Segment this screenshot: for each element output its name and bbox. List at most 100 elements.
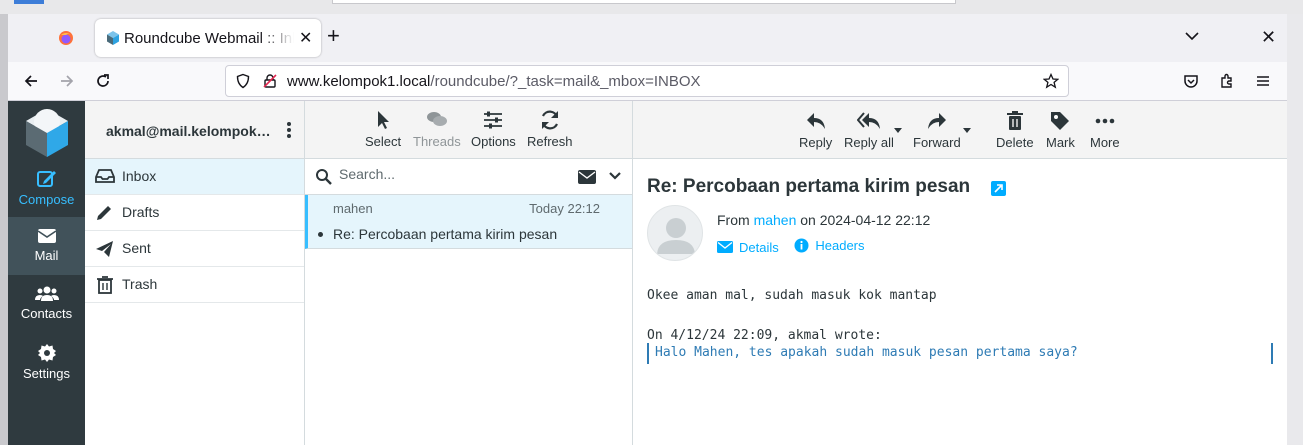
details-link[interactable]: Details (717, 240, 779, 255)
tracking-shield-icon[interactable] (235, 73, 251, 89)
navigation-bar: www.kelompok1.local/roundcube/?_task=mai… (8, 62, 1287, 101)
sender-link[interactable]: mahen (754, 212, 797, 228)
message-toolbar: Reply Reply all Forward Delete Mark More (633, 101, 1287, 159)
threads-button[interactable]: Threads (413, 109, 461, 149)
inbox-icon (95, 169, 115, 183)
forward-label: Forward (913, 135, 961, 150)
from-prefix: From (717, 212, 750, 228)
mail-button[interactable]: Mail (8, 217, 85, 275)
menu-hamburger-icon[interactable] (1254, 72, 1272, 90)
message-date: Today 22:12 (529, 201, 600, 216)
message-row-selected[interactable]: mahen Today 22:12 Re: Percobaan pertama … (305, 195, 632, 249)
address-bar[interactable]: www.kelompok1.local/roundcube/?_task=mai… (225, 65, 1069, 97)
url-path: /roundcube/?_task=mail&_mbox=INBOX (430, 73, 701, 90)
refresh-button[interactable]: Refresh (527, 109, 573, 149)
sliders-icon (484, 111, 503, 129)
desktop-background-bar (332, 0, 956, 4)
pocket-icon[interactable] (1182, 72, 1200, 90)
browser-window: Roundcube Webmail :: Inbox ✕ + ✕ (8, 14, 1287, 445)
details-label: Details (739, 239, 779, 255)
date-prefix: on (800, 212, 816, 228)
extensions-icon[interactable] (1218, 72, 1236, 90)
tab-close-icon[interactable]: ✕ (299, 28, 312, 48)
envelope-icon (717, 241, 733, 253)
paper-plane-icon (96, 241, 113, 257)
more-button[interactable]: More (1090, 110, 1120, 150)
forward-button[interactable]: Forward (913, 110, 961, 150)
roundcube-app: Compose Mail Contacts Settings akmal@mai… (8, 101, 1287, 445)
compose-button[interactable]: Compose (8, 159, 85, 217)
body-line: Okee aman mal, sudah masuk kok mantap (647, 288, 937, 303)
search-icon[interactable] (315, 168, 333, 186)
more-label: More (1090, 135, 1120, 150)
trash-icon (1006, 111, 1023, 130)
headers-label: Headers (815, 238, 865, 253)
folder-label: Drafts (122, 204, 160, 220)
desktop-blue-tab (14, 0, 44, 4)
message-list-pane: Select Threads Options Refresh Search...… (305, 101, 633, 445)
forward-icon[interactable] (58, 72, 76, 90)
options-button[interactable]: Options (471, 109, 516, 149)
folder-sent[interactable]: Sent (85, 231, 304, 267)
forward-arrow-icon (927, 113, 946, 129)
tab-strip: Roundcube Webmail :: Inbox ✕ + ✕ (8, 14, 1287, 62)
back-icon[interactable] (22, 72, 40, 90)
open-in-new-window-icon[interactable] (991, 181, 1006, 196)
folder-pane-header: akmal@mail.kelompok1.local (85, 101, 304, 159)
headers-link[interactable]: Headers (794, 238, 865, 253)
compose-icon (36, 171, 56, 187)
folder-inbox[interactable]: Inbox (85, 159, 304, 195)
desktop-right-edge (1287, 14, 1303, 445)
reload-icon[interactable] (94, 72, 112, 90)
account-name: akmal@mail.kelompok1.local (106, 123, 278, 139)
contacts-label: Contacts (20, 306, 73, 321)
folder-trash[interactable]: Trash (85, 267, 304, 303)
search-options-chevron-icon[interactable] (609, 171, 621, 181)
compose-label: Compose (18, 192, 75, 207)
insecure-lock-icon[interactable] (262, 73, 278, 89)
message-body: Okee aman mal, sudah masuk kok mantap On … (647, 286, 937, 346)
folder-label: Trash (122, 276, 158, 292)
search-bar (305, 159, 632, 195)
reply-all-label: Reply all (844, 135, 894, 150)
firefox-view-icon[interactable] (58, 30, 74, 46)
window-close-icon[interactable]: ✕ (1261, 28, 1276, 46)
more-dots-icon (1095, 118, 1115, 124)
envelope-icon (37, 229, 56, 243)
roundcube-logo[interactable] (20, 105, 74, 159)
account-menu-icon[interactable] (285, 120, 293, 140)
settings-button[interactable]: Settings (8, 333, 85, 391)
roundcube-favicon-icon (107, 31, 119, 45)
folder-drafts[interactable]: Drafts (85, 195, 304, 231)
contacts-button[interactable]: Contacts (8, 275, 85, 333)
list-toolbar: Select Threads Options Refresh (305, 101, 632, 159)
search-input[interactable] (339, 166, 539, 182)
forward-dropdown-icon[interactable] (963, 128, 971, 133)
quoted-text: Halo Mahen, tes apakah sudah masuk pesan… (647, 343, 1273, 364)
reply-all-button[interactable]: Reply all (844, 110, 894, 150)
reply-button[interactable]: Reply (799, 110, 832, 150)
pencil-icon (97, 206, 111, 220)
delete-button[interactable]: Delete (996, 110, 1034, 150)
mail-label: Mail (34, 248, 59, 263)
gear-icon (37, 344, 56, 362)
message-date: 2024-04-12 22:12 (819, 212, 931, 228)
browser-tab-active[interactable]: Roundcube Webmail :: Inbox ✕ (95, 19, 321, 57)
settings-label: Settings (23, 366, 70, 381)
desktop-top-strip (0, 0, 1303, 14)
select-button[interactable]: Select (365, 109, 401, 149)
message-status-dot (318, 232, 323, 237)
reply-label: Reply (799, 135, 833, 150)
folder-pane: akmal@mail.kelompok1.local Inbox Dra (85, 101, 305, 445)
unread-envelope-icon[interactable] (578, 169, 596, 185)
mark-button[interactable]: Mark (1046, 110, 1075, 150)
folder-label: Inbox (122, 168, 157, 184)
new-tab-icon[interactable]: + (327, 25, 340, 47)
bookmark-star-icon[interactable] (1043, 73, 1059, 89)
desktop-left-edge (0, 14, 8, 445)
reply-all-dropdown-icon[interactable] (894, 128, 902, 133)
select-label: Select (365, 134, 402, 149)
message-subject-heading: Re: Percobaan pertama kirim pesan (647, 176, 971, 197)
sender-avatar (647, 205, 703, 261)
list-all-tabs-icon[interactable] (1184, 28, 1200, 44)
